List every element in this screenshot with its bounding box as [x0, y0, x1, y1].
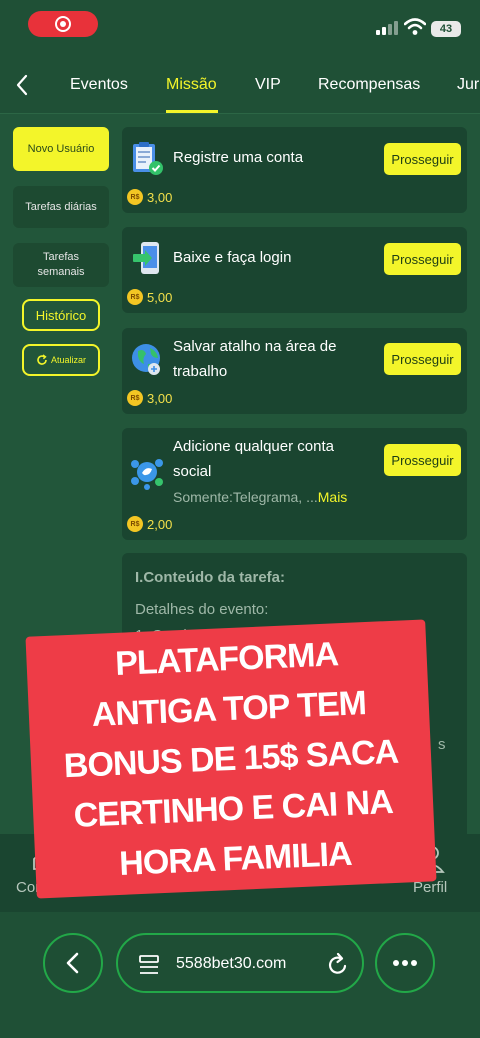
back-arrow-icon — [66, 952, 79, 974]
status-bar: 43 — [0, 0, 480, 58]
task-subtitle-text: Somente:Telegrama, ... — [173, 489, 318, 505]
proceed-button[interactable]: Prosseguir — [384, 143, 461, 175]
task-title-line2: social — [173, 463, 212, 480]
task-title-line1: Adicione qualquer conta — [173, 438, 334, 455]
task-card-register: Registre uma conta Prosseguir R$ 3,00 — [122, 127, 467, 213]
tab-vip[interactable]: VIP — [255, 76, 281, 94]
refresh-button[interactable]: Atualizar — [22, 344, 100, 376]
task-title-line1: Salvar atalho na área de — [173, 338, 337, 355]
tab-bar: Eventos Missão VIP Recompensas Jur — [0, 58, 480, 114]
task-title: Baixe e faça login — [173, 249, 292, 266]
record-icon — [55, 16, 71, 32]
tab-missao[interactable]: Missão — [166, 76, 217, 94]
wifi-icon — [404, 18, 426, 35]
task-title: Registre uma conta — [173, 149, 304, 166]
sidebar-item-tarefas-semanais[interactable]: Tarefas semanais — [13, 243, 109, 287]
task-title-line2: trabalho — [173, 363, 228, 380]
task-title: Adicione qualquer conta social — [173, 434, 334, 484]
coin-icon: R$ — [127, 390, 143, 406]
sidebar-item-tarefas-diarias[interactable]: Tarefas diárias — [13, 186, 109, 228]
task-reward: 2,00 — [147, 517, 173, 532]
browser-toolbar: 5588bet30.com — [0, 912, 480, 1038]
task-card-social: Adicione qualquer conta social Somente:T… — [122, 428, 467, 540]
task-reward: 5,00 — [147, 290, 173, 305]
address-bar[interactable]: 5588bet30.com — [116, 933, 364, 993]
task-card-download: Baixe e faça login Prosseguir R$ 5,00 — [122, 227, 467, 313]
proceed-button[interactable]: Prosseguir — [384, 243, 461, 275]
details-label: Detalhes do evento: — [135, 601, 269, 618]
refresh-label: Atualizar — [50, 355, 86, 365]
refresh-icon — [37, 354, 47, 365]
browser-menu-button[interactable] — [375, 933, 435, 993]
task-subtitle: Somente:Telegrama, ...Mais — [173, 489, 347, 505]
promo-overlay-banner: PLATAFORMA ANTIGA TOP TEM BONUS DE 15$ S… — [25, 619, 437, 899]
task-title: Salvar atalho na área de trabalho — [173, 334, 336, 384]
proceed-button[interactable]: Prosseguir — [384, 343, 461, 375]
active-tab-indicator — [166, 110, 218, 113]
history-button[interactable]: Histórico — [22, 299, 100, 331]
more-link[interactable]: Mais — [318, 489, 348, 505]
details-trailing-text: s — [438, 736, 446, 753]
social-network-icon — [131, 459, 163, 490]
cellular-signal-icon — [376, 21, 398, 35]
tab-recompensas[interactable]: Recompensas — [318, 76, 420, 94]
phone-download-icon — [133, 242, 159, 274]
coin-icon: R$ — [127, 516, 143, 532]
coin-icon: R$ — [127, 189, 143, 205]
coin-icon: R$ — [127, 289, 143, 305]
banner-line: HORA FAMILIA — [118, 834, 353, 883]
tab-eventos[interactable]: Eventos — [70, 76, 128, 94]
battery-indicator: 43 — [431, 21, 461, 37]
browser-back-button[interactable] — [43, 933, 103, 993]
screen-recording-indicator[interactable] — [28, 11, 98, 37]
task-reward: 3,00 — [147, 190, 173, 205]
page-tabs-icon — [139, 955, 159, 974]
reload-icon[interactable] — [326, 952, 350, 978]
proceed-button[interactable]: Prosseguir — [384, 444, 461, 476]
task-reward: 3,00 — [147, 391, 173, 406]
sidebar-item-novo-usuario[interactable]: Novo Usuário — [13, 127, 109, 171]
task-card-shortcut: Salvar atalho na área de trabalho Prosse… — [122, 328, 467, 414]
more-dots-icon — [393, 960, 417, 966]
globe-link-icon — [132, 344, 160, 375]
details-heading: I.Conteúdo da tarefa: — [135, 569, 286, 586]
back-chevron-icon[interactable] — [12, 72, 32, 98]
tab-juros[interactable]: Jur — [457, 76, 479, 94]
url-text: 5588bet30.com — [176, 955, 287, 972]
clipboard-check-icon — [133, 142, 163, 175]
